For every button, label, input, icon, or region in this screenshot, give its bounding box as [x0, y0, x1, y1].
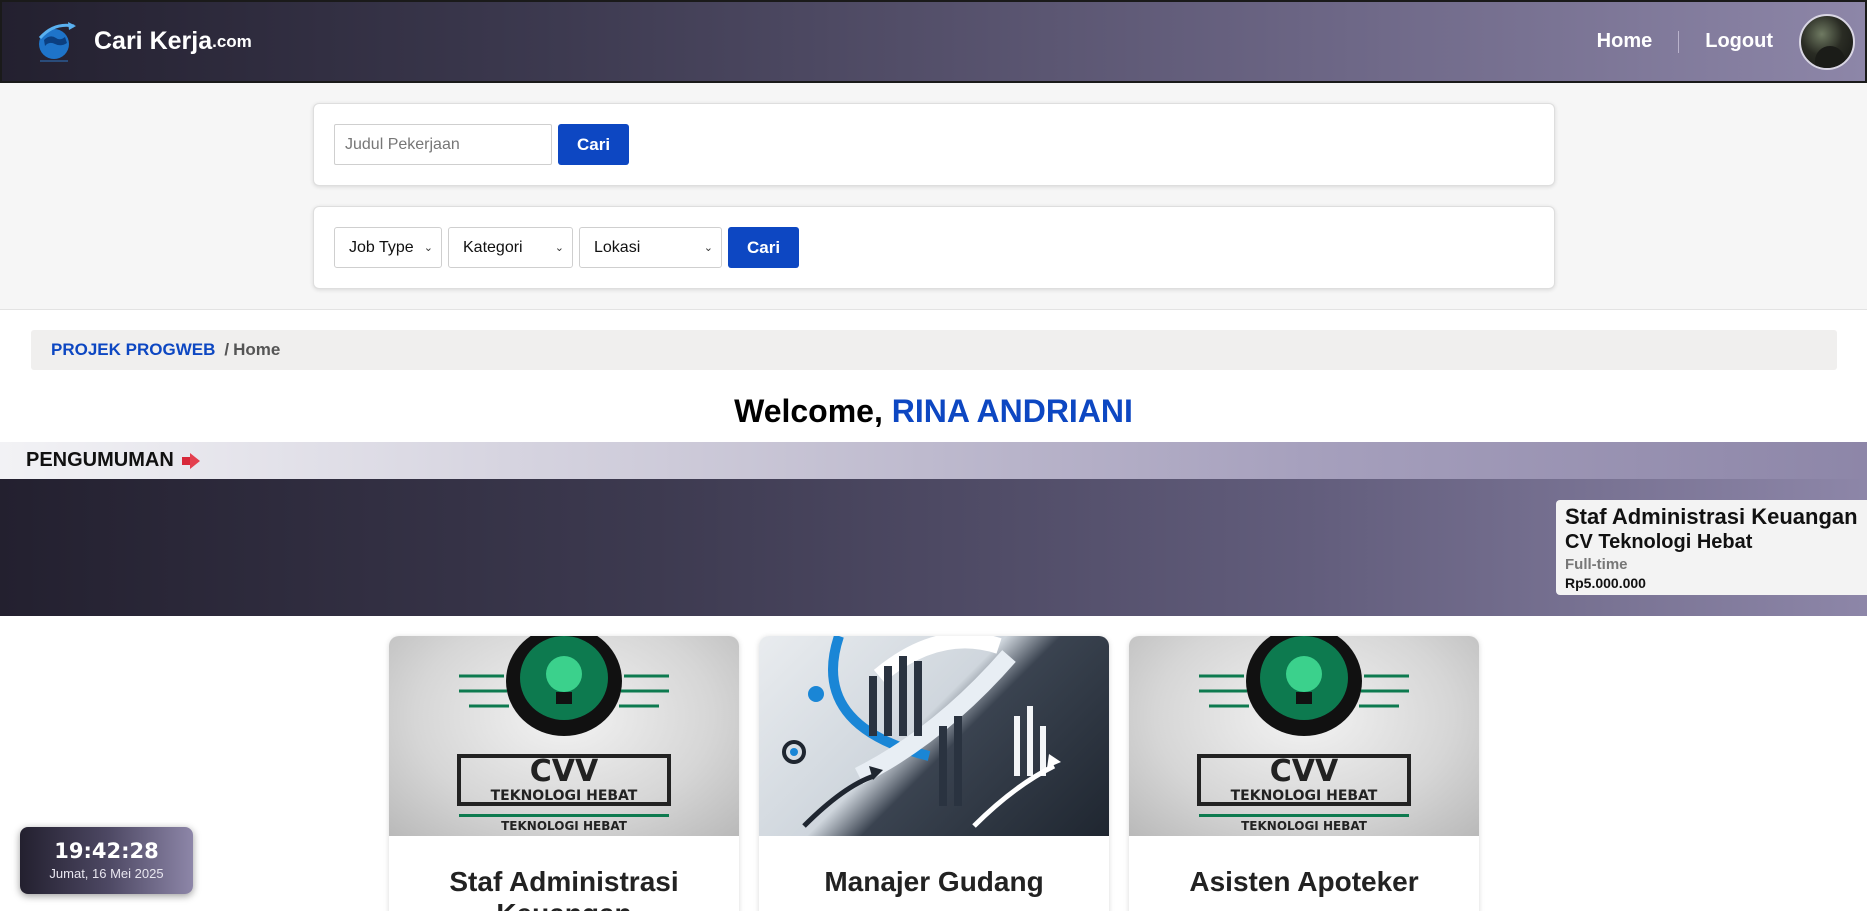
welcome-heading: Welcome, RINA ANDRIANI	[0, 393, 1867, 430]
search-section: Cari Job Type ⌄ Kategori ⌄ Lokasi ⌄ Cari	[0, 83, 1867, 310]
announcement-heading: PENGUMUMAN	[26, 449, 174, 471]
nav-logout-link[interactable]: Logout	[1679, 30, 1799, 53]
announcement-job-title: Staf Administrasi Keuangan	[1565, 504, 1858, 529]
breadcrumb: PROJEK PROGWEB / Home	[31, 330, 1837, 370]
search-card: Cari	[313, 103, 1555, 186]
lokasi-select-value: Lokasi	[594, 238, 641, 256]
clock-date: Jumat, 16 Mei 2025	[49, 866, 164, 881]
announcement-job-type: Full-time	[1565, 556, 1628, 573]
job-card[interactable]: CVV TEKNOLOGI HEBAT TEKNOLOGI HEBAT Staf…	[389, 636, 739, 911]
navbar: Cari Kerja .com Home Logout	[0, 0, 1867, 83]
brand-name: Cari Kerja	[94, 27, 213, 55]
megaphone-icon	[181, 452, 202, 469]
job-title-search-input[interactable]	[334, 124, 552, 165]
job-title: Manajer Gudang	[824, 866, 1044, 897]
chevron-down-icon: ⌄	[703, 242, 713, 254]
job-card[interactable]: CVV TEKNOLOGI HEBAT TEKNOLOGI HEBAT Asis…	[1129, 636, 1479, 911]
job-card[interactable]: Manajer Gudang	[759, 636, 1109, 911]
svg-text:TEKNOLOGI HEBAT: TEKNOLOGI HEBAT	[501, 819, 628, 833]
breadcrumb-root-link[interactable]: PROJEK PROGWEB	[51, 340, 215, 360]
svg-text:CVV: CVV	[530, 754, 599, 789]
chevron-down-icon: ⌄	[423, 242, 433, 254]
announcement-header: PENGUMUMAN	[0, 442, 1867, 479]
company-logo-image: CVV TEKNOLOGI HEBAT TEKNOLOGI HEBAT	[1129, 636, 1479, 836]
breadcrumb-current: Home	[233, 340, 281, 359]
nav-menu: Home Logout	[1571, 2, 1855, 81]
svg-text:CVV: CVV	[1270, 754, 1339, 789]
svg-text:TEKNOLOGI HEBAT: TEKNOLOGI HEBAT	[1231, 788, 1378, 804]
clock-widget: 19:42:28 Jumat, 16 Mei 2025	[20, 827, 193, 894]
welcome-user-name: RINA ANDRIANI	[891, 393, 1133, 429]
job-type-select[interactable]: Job Type ⌄	[334, 227, 442, 268]
welcome-prefix: Welcome,	[734, 393, 892, 429]
svg-text:TEKNOLOGI HEBAT: TEKNOLOGI HEBAT	[491, 788, 638, 804]
chevron-down-icon: ⌄	[554, 242, 564, 254]
brand-suffix: .com	[212, 31, 252, 51]
user-avatar[interactable]	[1799, 13, 1855, 70]
announcement-salary: Rp5.000.000	[1565, 575, 1646, 591]
filter-card: Job Type ⌄ Kategori ⌄ Lokasi ⌄ Cari	[313, 206, 1555, 289]
job-type-select-value: Job Type	[349, 238, 414, 256]
announcement-company: CV Teknologi Hebat	[1565, 531, 1753, 553]
company-logo-image: CVV TEKNOLOGI HEBAT TEKNOLOGI HEBAT	[389, 636, 739, 836]
announcement-item[interactable]: Staf Administrasi Keuangan CV Teknologi …	[1556, 500, 1867, 595]
announcement-marquee: Staf Administrasi Keuangan CV Teknologi …	[0, 479, 1867, 616]
lokasi-select[interactable]: Lokasi ⌄	[579, 227, 722, 268]
clock-time: 19:42:28	[54, 839, 159, 863]
job-title: Asisten Apoteker	[1189, 866, 1419, 897]
breadcrumb-separator: /	[224, 340, 230, 359]
brand[interactable]: Cari Kerja .com	[32, 18, 252, 66]
job-title: Staf Administrasi Keuangan	[449, 866, 679, 911]
search-button[interactable]: Cari	[558, 124, 630, 165]
svg-text:TEKNOLOGI HEBAT: TEKNOLOGI HEBAT	[1241, 819, 1368, 833]
globe-logo-icon	[38, 21, 76, 62]
filter-search-button[interactable]: Cari	[728, 227, 800, 268]
kategori-select-value: Kategori	[463, 238, 523, 256]
nav-home-link[interactable]: Home	[1571, 30, 1679, 53]
warehouse-chart-image	[759, 636, 1109, 836]
kategori-select[interactable]: Kategori ⌄	[448, 227, 573, 268]
